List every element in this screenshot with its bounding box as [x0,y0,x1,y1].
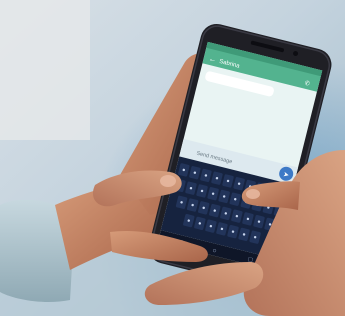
left-thumbnail [160,175,176,187]
background-wall [0,0,90,140]
photo-scene: ← Sabrina ✆ Send message ➤ ◁ ○ □ [0,0,345,316]
right-thumbnail [246,189,260,199]
